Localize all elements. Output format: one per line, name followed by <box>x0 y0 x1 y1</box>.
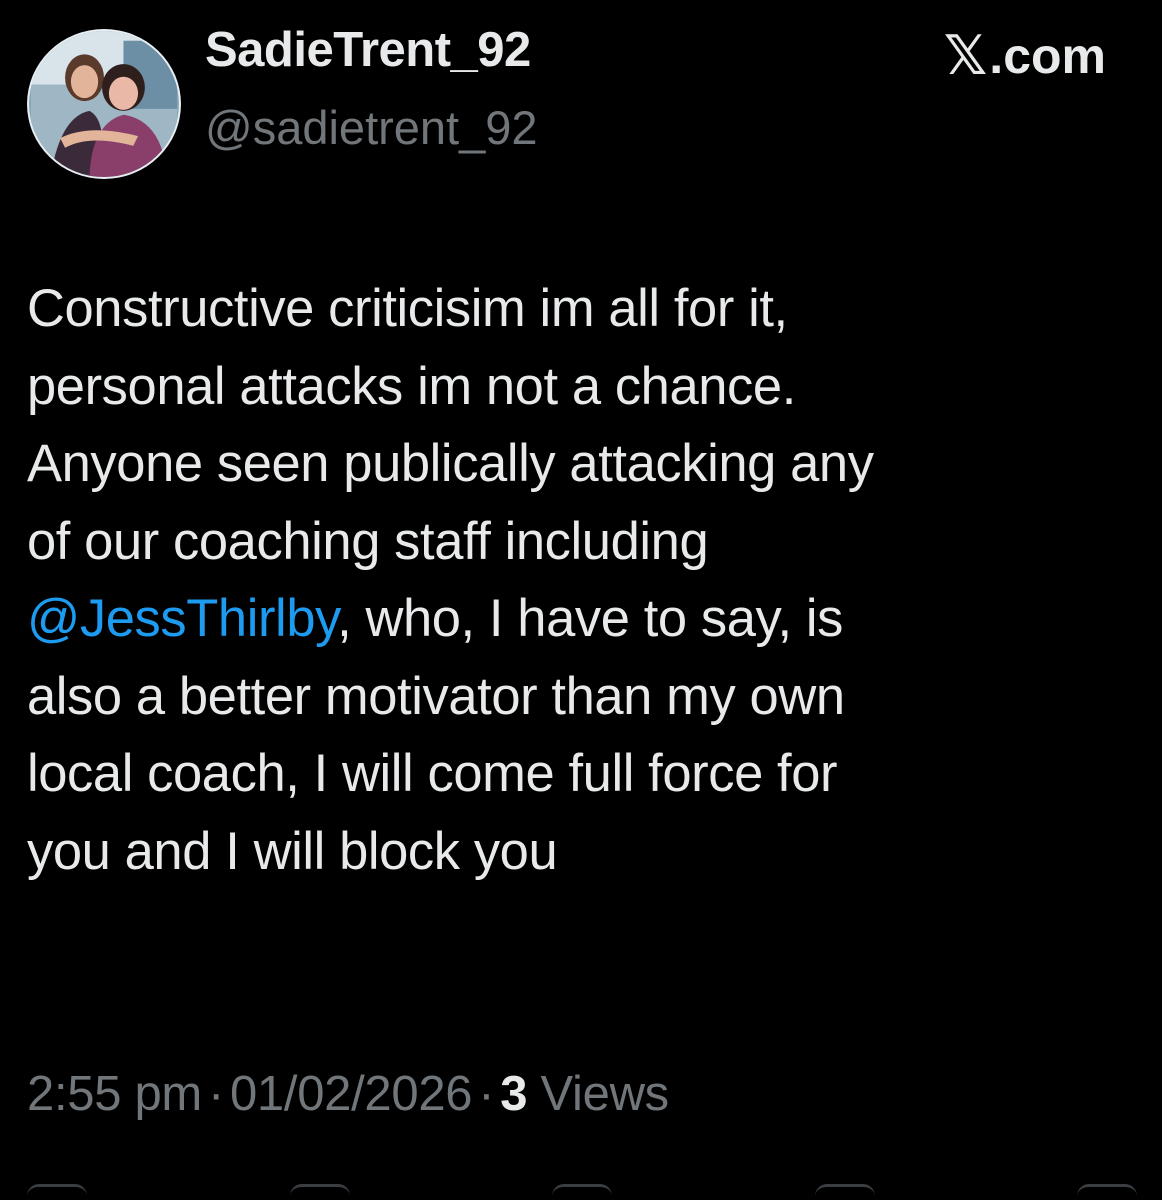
x-logo-icon: 𝕏 <box>943 24 988 87</box>
tweet-line: @JessThirlby, who, I have to say, is <box>27 580 1137 658</box>
tweet-line: local coach, I will come full force for <box>27 744 838 803</box>
tweet-time[interactable]: 2:55 pm <box>27 1067 202 1121</box>
reply-icon[interactable] <box>27 1184 87 1200</box>
tweet-line: Anyone seen publically attacking any <box>27 434 874 493</box>
tweet-date[interactable]: 01/02/2026 <box>230 1067 473 1121</box>
x-com-watermark: 𝕏 .com <box>944 24 1106 87</box>
views-label: Views <box>540 1067 670 1121</box>
tweet-line: you and I will block you <box>27 821 558 881</box>
tweet-action-bar <box>27 1184 1137 1200</box>
tweet-line: of our coaching staff including <box>27 511 709 571</box>
meta-separator: · <box>478 1067 495 1121</box>
tweet-line-text: , who, I have to say, is <box>337 589 843 648</box>
mention-link[interactable]: @JessThirlby <box>27 589 337 648</box>
tweet-line: personal attacks im not a chance. <box>27 356 796 416</box>
share-icon[interactable] <box>1077 1184 1137 1200</box>
author-handle[interactable]: @sadietrent_92 <box>205 100 538 155</box>
profile-photo-icon <box>31 31 177 177</box>
bookmark-icon[interactable] <box>814 1184 875 1200</box>
tweet-line: also a better motivator than my own <box>27 666 845 726</box>
brand-label: .com <box>989 27 1106 84</box>
author-avatar[interactable] <box>27 29 181 179</box>
tweet-metadata: 2:55 pm · 01/02/2026 · 3 Views <box>27 1066 669 1122</box>
retweet-icon[interactable] <box>289 1184 350 1200</box>
tweet-line: Constructive criticisim im all for it, <box>27 279 788 338</box>
tweet-text: Constructive criticisim im all for it, p… <box>27 270 1137 890</box>
views-count: 3 <box>500 1067 528 1121</box>
author-display-name[interactable]: SadieTrent_92 <box>205 22 531 78</box>
like-icon[interactable] <box>552 1184 612 1200</box>
meta-separator: · <box>207 1067 224 1121</box>
